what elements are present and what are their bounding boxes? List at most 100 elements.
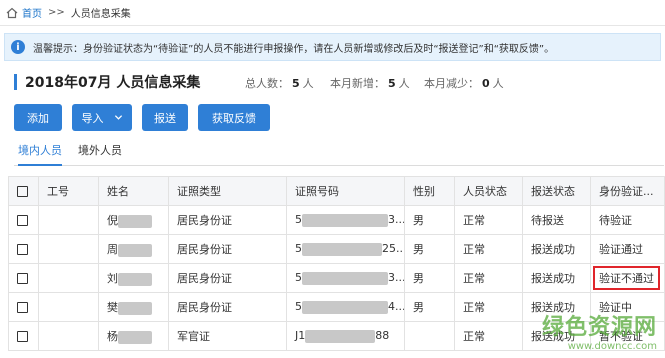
- id-prefix-text: 5: [295, 271, 302, 285]
- column-header-employee-no[interactable]: 工号: [38, 176, 99, 206]
- id-prefix-text: 5: [295, 213, 302, 227]
- gender-cell: 男: [404, 263, 455, 293]
- id-suffix-text: 88: [375, 329, 390, 343]
- table-row[interactable]: 刘 居民身份证 5 3... 男 正常 报送成功 验证不通过: [8, 263, 665, 293]
- table-header-row: 工号 姓名 证照类型 证照号码 性别 人员状态 报送状态 身份验证...: [8, 176, 665, 206]
- get-feedback-button-label: 获取反馈: [212, 111, 256, 125]
- notice-text: 温馨提示：身份验证状态为“待验证”的人员不能进行申报操作，请在人员新增或修改后及…: [33, 43, 555, 55]
- redacted-block: [118, 214, 152, 228]
- verification-status-cell: 暂不验证: [590, 321, 665, 351]
- employee-no-cell: [38, 234, 99, 264]
- id-type-cell: 军官证: [168, 321, 287, 351]
- table-row[interactable]: 杨 军官证 J1 88 正常 报送成功 暂不验证: [8, 321, 665, 351]
- row-select-cell: [8, 234, 39, 264]
- import-button[interactable]: 导入: [72, 104, 132, 131]
- title-accent-bar: [14, 74, 17, 90]
- breadcrumb: 首页 >> 人员信息采集: [0, 0, 665, 26]
- row-checkbox[interactable]: [17, 215, 28, 226]
- column-header-name[interactable]: 姓名: [98, 176, 169, 206]
- name-cell: 刘: [98, 263, 169, 293]
- id-type-cell: 居民身份证: [168, 234, 287, 264]
- column-header-report-status[interactable]: 报送状态: [522, 176, 591, 206]
- row-checkbox[interactable]: [17, 244, 28, 255]
- stat-new-label: 本月新增：: [330, 77, 385, 90]
- stat-new-unit: 人: [398, 77, 410, 90]
- page-title: 2018年07月 人员信息采集: [25, 75, 201, 91]
- gender-cell: 男: [404, 292, 455, 322]
- id-number-cell: J1 88: [286, 321, 405, 351]
- submit-button[interactable]: 报送: [142, 104, 188, 131]
- row-checkbox[interactable]: [17, 273, 28, 284]
- id-number-cell: 5 4...: [286, 292, 405, 322]
- column-header-identity-verification[interactable]: 身份验证...: [590, 176, 665, 206]
- add-button[interactable]: 添加: [14, 104, 62, 131]
- name-text: 倪: [107, 214, 118, 227]
- name-text: 杨: [107, 330, 118, 343]
- person-status-cell: 正常: [454, 234, 523, 264]
- employee-no-cell: [38, 205, 99, 235]
- verification-status-cell: 验证通过: [590, 234, 665, 264]
- employee-no-cell: [38, 321, 99, 351]
- redacted-block: [305, 329, 376, 343]
- person-status-cell: 正常: [454, 292, 523, 322]
- id-prefix-text: 5: [295, 242, 302, 256]
- import-button-label: 导入: [81, 111, 104, 125]
- page-header: 2018年07月 人员信息采集: [14, 71, 200, 93]
- verification-status-text: 暂不验证: [599, 330, 643, 343]
- name-cell: 倪: [98, 205, 169, 235]
- tab-overseas[interactable]: 境外人员: [78, 142, 122, 166]
- verification-status-cell: 验证中: [590, 292, 665, 322]
- gender-cell: 男: [404, 205, 455, 235]
- id-number-cell: 5 3...: [286, 263, 405, 293]
- verification-status-text: 待验证: [599, 214, 632, 227]
- stat-total: 总人数： 5 人: [245, 75, 314, 91]
- column-header-id-number[interactable]: 证照号码: [286, 176, 405, 206]
- redacted-block: [118, 243, 152, 257]
- id-type-cell: 居民身份证: [168, 292, 287, 322]
- stat-reduced-unit: 人: [492, 77, 504, 90]
- verification-status-text: 验证通过: [599, 243, 643, 256]
- table-row[interactable]: 倪 居民身份证 5 3... 男 正常 待报送 待验证: [8, 205, 665, 235]
- person-status-cell: 正常: [454, 205, 523, 235]
- stat-reduced-value: 0: [482, 77, 490, 90]
- chevron-down-icon: [114, 115, 122, 120]
- name-text: 周: [107, 243, 118, 256]
- verification-status-cell: 待验证: [590, 205, 665, 235]
- table-row[interactable]: 樊 居民身份证 5 4... 男 正常 报送成功 验证中: [8, 292, 665, 322]
- row-checkbox[interactable]: [17, 331, 28, 342]
- name-cell: 樊: [98, 292, 169, 322]
- stat-total-value: 5: [292, 77, 300, 90]
- name-text: 樊: [107, 301, 118, 314]
- report-status-cell: 报送成功: [522, 321, 591, 351]
- table-row[interactable]: 周 居民身份证 5 25... 男 正常 报送成功 验证通过: [8, 234, 665, 264]
- stat-reduced: 本月减少： 0 人: [424, 75, 504, 91]
- column-header-person-status[interactable]: 人员状态: [454, 176, 523, 206]
- id-type-cell: 居民身份证: [168, 263, 287, 293]
- column-header-id-type[interactable]: 证照类型: [168, 176, 287, 206]
- report-status-cell: 待报送: [522, 205, 591, 235]
- row-select-cell: [8, 263, 39, 293]
- tab-domestic[interactable]: 境内人员: [18, 142, 62, 166]
- row-checkbox[interactable]: [17, 302, 28, 313]
- add-button-label: 添加: [27, 111, 49, 125]
- get-feedback-button[interactable]: 获取反馈: [198, 104, 270, 131]
- column-header-gender[interactable]: 性别: [404, 176, 455, 206]
- id-suffix-text: 3...: [388, 271, 405, 285]
- breadcrumb-home-link[interactable]: 首页: [22, 5, 42, 20]
- stat-reduced-label: 本月减少：: [424, 77, 479, 90]
- report-status-cell: 报送成功: [522, 234, 591, 264]
- personnel-tabs: 境内人员 境外人员: [14, 140, 664, 166]
- select-all-checkbox[interactable]: [17, 186, 28, 197]
- breadcrumb-separator: >>: [48, 7, 65, 18]
- id-suffix-text: 3...: [388, 213, 405, 227]
- employee-no-cell: [38, 292, 99, 322]
- select-all-cell: [8, 176, 39, 206]
- id-prefix-text: J1: [295, 329, 306, 343]
- id-prefix-text: 5: [295, 300, 302, 314]
- verification-status-text: 验证不通过: [593, 266, 660, 290]
- id-suffix-text: 25...: [382, 242, 405, 256]
- name-cell: 杨: [98, 321, 169, 351]
- redacted-block: [302, 300, 388, 314]
- redacted-block: [118, 272, 152, 286]
- notice-banner: i 温馨提示：身份验证状态为“待验证”的人员不能进行申报操作，请在人员新增或修改…: [4, 33, 661, 61]
